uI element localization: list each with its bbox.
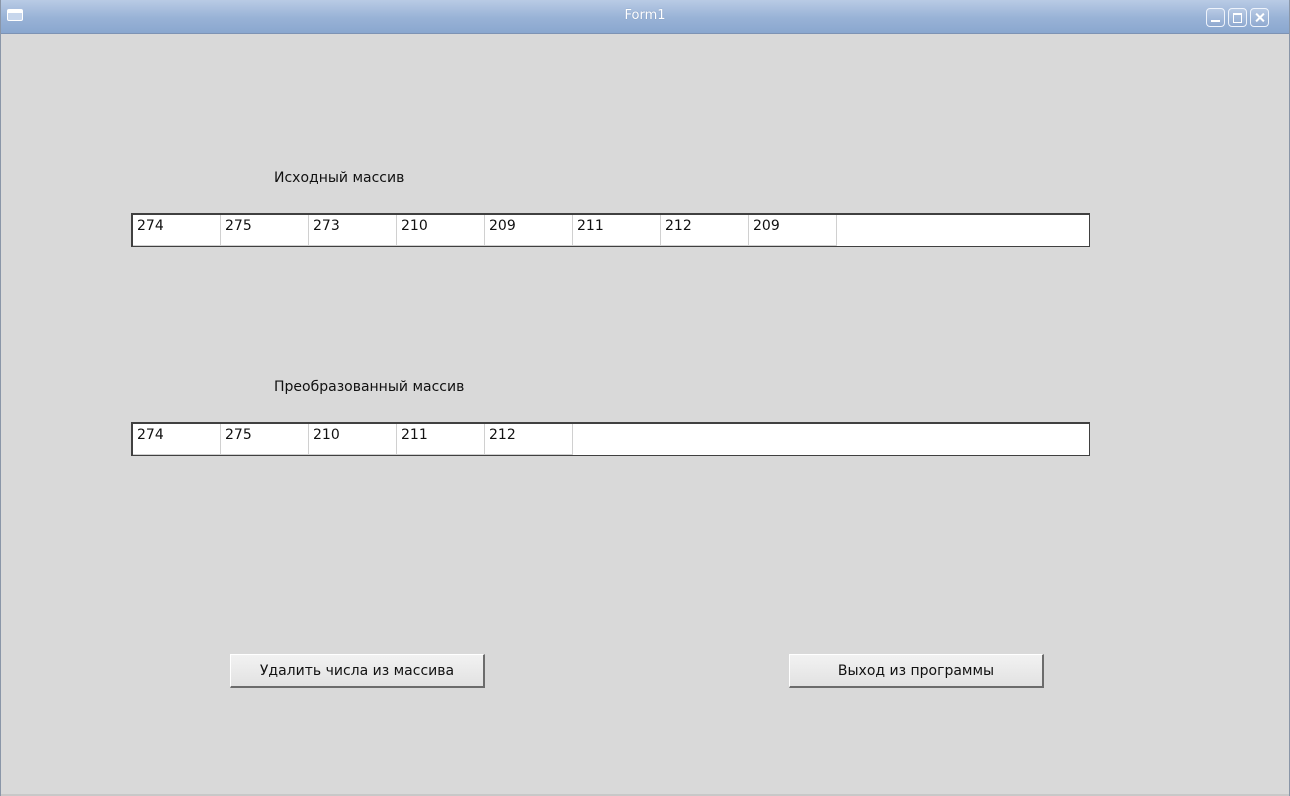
window-title: Form1 [624,8,666,23]
form-window: Form1 Исходный массив 274 275 273 210 20… [0,0,1290,796]
result-array-label: Преобразованный массив [274,379,465,395]
title-bar[interactable]: Form1 [1,0,1289,34]
source-array-cell[interactable]: 274 [133,215,221,246]
minimize-icon[interactable] [1206,8,1225,27]
source-array-grid[interactable]: 274 275 273 210 209 211 212 209 [131,213,1090,247]
source-array-cell[interactable]: 211 [573,215,661,246]
maximize-icon[interactable] [1228,8,1247,27]
result-array-cell[interactable]: 210 [309,424,397,455]
source-array-cell[interactable]: 209 [749,215,837,246]
source-array-cell[interactable]: 212 [661,215,749,246]
result-array-grid[interactable]: 274 275 210 211 212 [131,422,1090,456]
source-array-cell[interactable]: 275 [221,215,309,246]
close-icon[interactable] [1250,8,1269,27]
result-array-cell[interactable]: 211 [397,424,485,455]
source-array-label: Исходный массив [274,170,405,186]
result-array-cell[interactable]: 212 [485,424,573,455]
source-array-cell[interactable]: 210 [397,215,485,246]
exit-button[interactable]: Выход из программы [789,654,1044,688]
source-array-cell[interactable]: 273 [309,215,397,246]
delete-numbers-button[interactable]: Удалить числа из массива [230,654,485,688]
result-array-cell[interactable]: 275 [221,424,309,455]
source-array-cell[interactable]: 209 [485,215,573,246]
result-array-cell[interactable]: 274 [133,424,221,455]
